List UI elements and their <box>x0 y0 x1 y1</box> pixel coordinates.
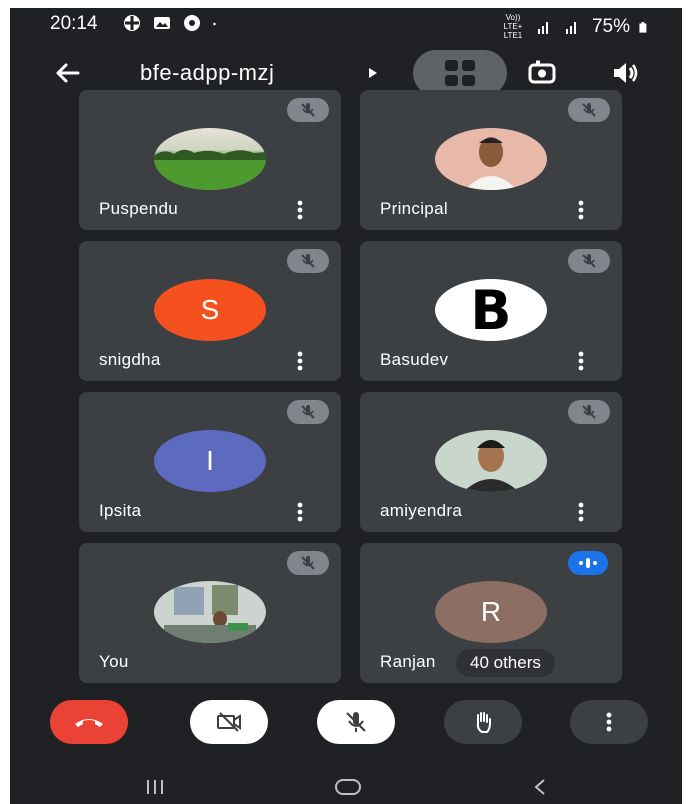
participant-name: amiyendra <box>380 501 463 520</box>
participant-name: Puspendu <box>99 199 178 218</box>
person-photo-icon <box>463 440 519 492</box>
participant-tile[interactable]: B Basudev <box>360 241 622 381</box>
grid-layout-icon <box>445 60 475 86</box>
speaking-badge <box>568 551 608 575</box>
mic-off-icon <box>301 103 315 117</box>
end-call-button[interactable] <box>50 700 128 744</box>
avatar-initial: B <box>435 279 547 341</box>
avatar <box>435 430 547 492</box>
status-time: 20:14 <box>50 13 98 34</box>
end-call-icon <box>75 719 103 727</box>
avatar-initial: S <box>154 279 266 341</box>
landscape-photo-icon <box>154 149 266 190</box>
caret-right-icon[interactable] <box>367 66 379 80</box>
participant-name: You <box>99 652 129 671</box>
participant-name: Ranjan <box>380 652 436 671</box>
signal-icon-2 <box>565 21 576 34</box>
more-options-button[interactable] <box>570 700 648 744</box>
more-vert-icon[interactable] <box>573 500 589 524</box>
mic-muted-badge <box>287 551 329 575</box>
more-options-icon <box>606 712 612 732</box>
avatar <box>435 128 547 190</box>
avatar <box>154 581 266 643</box>
home-icon[interactable] <box>334 778 362 796</box>
mic-off-icon <box>301 556 315 570</box>
mic-off-icon <box>301 405 315 419</box>
participant-tile[interactable]: R Ranjan 40 others <box>360 543 622 683</box>
participant-tile[interactable]: Principal <box>360 90 622 230</box>
self-tile[interactable]: You <box>79 543 341 683</box>
mic-off-icon <box>346 712 366 732</box>
more-vert-icon[interactable] <box>292 500 308 524</box>
participant-name: Basudev <box>380 350 449 369</box>
others-count-pill[interactable]: 40 others <box>456 649 555 677</box>
flip-camera-icon[interactable] <box>525 56 559 90</box>
dot-icon <box>213 22 216 26</box>
mic-off-icon <box>301 254 315 268</box>
mic-muted-badge <box>568 249 610 273</box>
avatar-initial: I <box>154 430 266 492</box>
gallery-icon <box>154 17 170 29</box>
meeting-code[interactable]: bfe-adpp-mzj <box>140 60 274 86</box>
raise-hand-icon <box>476 712 491 733</box>
mic-muted-badge <box>568 400 610 424</box>
recent-apps-icon[interactable] <box>145 778 165 796</box>
network-text: Vo)) LTE+ LTE1 <box>503 13 523 40</box>
speaker-icon[interactable] <box>608 56 642 90</box>
avatar <box>154 128 266 190</box>
participant-tile[interactable]: I Ipsita <box>79 392 341 532</box>
battery-percent: 75% <box>591 15 630 37</box>
battery-icon <box>639 21 647 33</box>
back-arrow-icon[interactable] <box>50 56 84 90</box>
person-photo-icon <box>465 137 517 190</box>
audio-level-icon <box>579 558 597 568</box>
more-vert-icon[interactable] <box>292 349 308 373</box>
mic-muted-badge <box>287 400 329 424</box>
call-controls <box>10 700 682 760</box>
self-photo-icon <box>164 585 256 643</box>
camera-toggle-button[interactable] <box>190 700 268 744</box>
phone-screen: 20:14 Vo)) LTE+ LTE1 75% bfe-adpp-mzj Pu… <box>10 8 682 804</box>
mic-muted-badge <box>287 249 329 273</box>
back-nav-icon[interactable] <box>532 778 548 796</box>
more-vert-icon[interactable] <box>573 198 589 222</box>
participant-tile[interactable]: amiyendra <box>360 392 622 532</box>
more-vert-icon[interactable] <box>573 349 589 373</box>
shield-icon <box>124 15 140 31</box>
participant-tile[interactable]: S snigdha <box>79 241 341 381</box>
participant-name: snigdha <box>99 350 161 369</box>
status-bar: 20:14 Vo)) LTE+ LTE1 75% <box>10 8 682 40</box>
participant-tile[interactable]: Puspendu <box>79 90 341 230</box>
mic-off-icon <box>582 103 596 117</box>
system-nav-bar <box>10 768 682 804</box>
avatar-initial: R <box>435 581 547 643</box>
mic-muted-badge <box>287 98 329 122</box>
signal-icon <box>537 21 548 34</box>
mic-muted-badge <box>568 98 610 122</box>
more-vert-icon[interactable] <box>292 198 308 222</box>
notification-icons <box>122 13 222 33</box>
participant-name: Principal <box>380 199 448 218</box>
mic-toggle-button[interactable] <box>317 700 395 744</box>
chat-icon <box>184 15 200 31</box>
camera-off-icon <box>217 712 241 732</box>
mic-off-icon <box>582 254 596 268</box>
network-label: Vo)) LTE+ LTE1 <box>498 13 528 40</box>
mic-off-icon <box>582 405 596 419</box>
raise-hand-button[interactable] <box>444 700 522 744</box>
status-right: Vo)) LTE+ LTE1 75% <box>498 13 652 40</box>
participant-name: Ipsita <box>99 501 142 520</box>
